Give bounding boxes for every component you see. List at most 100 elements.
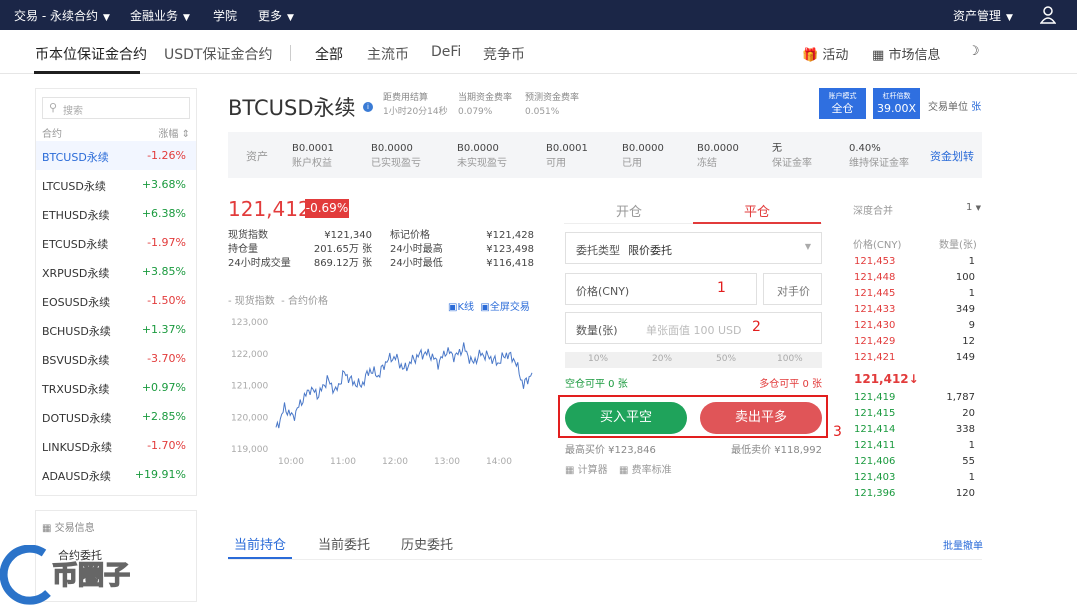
contract-list-item[interactable]: DOTUSD永续 +2.85%: [36, 402, 196, 431]
bid-row[interactable]: 121,414 338: [853, 424, 975, 440]
contract-list-item[interactable]: TRXUSD永续 +0.97%: [36, 373, 196, 402]
asset-item: B0.0000 已用: [622, 141, 664, 171]
transfer-link[interactable]: 资金划转: [930, 148, 974, 164]
pct-50[interactable]: 50%: [716, 354, 736, 364]
unit-value[interactable]: 张: [971, 102, 981, 113]
order-type-select[interactable]: 委托类型 限价委托 ▼: [565, 232, 822, 264]
contract-list-item[interactable]: ETHUSD永续 +6.38%: [36, 199, 196, 228]
calculator-link[interactable]: ▦ 计算器: [565, 461, 608, 476]
bid-price: 121,415: [854, 408, 896, 419]
sell-close-long-button[interactable]: 卖出平多: [700, 402, 822, 434]
quantity-input[interactable]: 数量(张) 单张面值 100 USD: [565, 312, 822, 344]
tab-coin-margined[interactable]: 币本位保证金合约: [35, 44, 147, 64]
tab-usdt-margined[interactable]: USDT保证金合约: [164, 44, 272, 64]
contract-subnav: 币本位保证金合约 USDT保证金合约 全部 主流币 DeFi 竞争币 🎁 活动 …: [0, 30, 1077, 74]
oi-value: 201.65万 张: [313, 244, 372, 255]
col-change-sort[interactable]: 涨幅 ⇕: [158, 125, 190, 140]
contract-list-item[interactable]: ETCUSD永续 -1.97%: [36, 228, 196, 257]
buy-close-short-button[interactable]: 买入平空: [565, 402, 687, 434]
bid-price: 121,403: [854, 472, 896, 483]
user-icon[interactable]: [1040, 6, 1056, 24]
nav-assets-menu[interactable]: 资产管理 ▼: [953, 7, 1013, 24]
leverage-button[interactable]: 杠杆倍数 39.00X: [873, 88, 920, 119]
legend-contract-label: 合约价格: [287, 296, 328, 307]
tab-close-position[interactable]: 平仓: [744, 201, 770, 220]
tab-history-orders[interactable]: 历史委托: [401, 534, 453, 553]
ask-row[interactable]: 121,445 1: [853, 288, 975, 304]
ask-row[interactable]: 121,453 1: [853, 256, 975, 272]
bid-row[interactable]: 121,419 1,787: [853, 392, 975, 408]
depth-merge-select[interactable]: 1 ▼: [966, 202, 981, 213]
fee-link[interactable]: ▦ 费率标准: [619, 461, 672, 476]
list-header: 合约 涨幅 ⇕: [42, 125, 190, 140]
contract-name: BCHUSD永续: [42, 325, 111, 338]
contract-name: BTCUSD永续: [42, 151, 109, 164]
contract-list-item[interactable]: LTCUSD永续 +3.68%: [36, 170, 196, 199]
ask-row[interactable]: 121,421 149: [853, 352, 975, 368]
order-type-label: 委托类型: [576, 244, 620, 257]
activity-link[interactable]: 🎁 活动: [802, 44, 848, 63]
market-info-link[interactable]: ▦ 市场信息: [872, 44, 940, 63]
ask-row[interactable]: 121,433 349: [853, 304, 975, 320]
chevron-down-icon: ▼: [975, 204, 981, 212]
ask-row[interactable]: 121,429 12: [853, 336, 975, 352]
contract-list-item[interactable]: XRPUSD永续 +3.85%: [36, 257, 196, 286]
counterparty-label: 对手价: [777, 285, 810, 298]
vol-value: 869.12万 张: [313, 258, 372, 269]
nav-more-label: 更多: [258, 9, 283, 23]
bid-row[interactable]: 121,396 120: [853, 488, 975, 504]
asset-label: 维持保证金率: [849, 158, 909, 169]
legend-spot[interactable]: - 现货指数: [228, 296, 275, 307]
ask-price: 121,429: [854, 336, 896, 347]
contract-list-item[interactable]: BCHUSD永续 +1.37%: [36, 315, 196, 344]
nav-finance-menu[interactable]: 金融业务 ▼: [130, 7, 190, 24]
bid-qty: 1: [968, 440, 975, 451]
nav-academy[interactable]: 学院: [213, 7, 237, 24]
pct-10[interactable]: 10%: [588, 354, 608, 364]
bid-row[interactable]: 121,411 1: [853, 440, 975, 456]
asset-label: 未实现盈亏: [457, 158, 507, 169]
contract-list-item[interactable]: LINKUSD永续 -1.70%: [36, 431, 196, 460]
legend-contract[interactable]: - 合约价格: [281, 296, 328, 307]
price-input-label: 价格(CNY): [576, 285, 630, 298]
tab-open-position[interactable]: 开仓: [616, 201, 642, 220]
bid-qty: 1: [968, 472, 975, 483]
tab-competing[interactable]: 竞争币: [483, 44, 525, 64]
x-tick-label: 11:00: [330, 457, 356, 467]
bid-row[interactable]: 121,415 20: [853, 408, 975, 424]
nav-more-menu[interactable]: 更多 ▼: [258, 7, 294, 24]
trade-info-header: ▦ 交易信息: [42, 519, 95, 534]
search-input[interactable]: ⚲ 搜索: [42, 97, 190, 119]
ask-row[interactable]: 121,448 100: [853, 272, 975, 288]
asset-item: B0.0001 可用: [546, 141, 588, 171]
moon-icon[interactable]: ☽: [968, 44, 980, 59]
price-line-chart[interactable]: 123,000 122,000 121,000 120,000 119,000 10:00…: [228, 312, 538, 472]
chevron-down-icon: ▼: [804, 242, 811, 251]
bid-row[interactable]: 121,406 55: [853, 456, 975, 472]
bid-qty: 1,787: [946, 392, 975, 403]
account-mode-button[interactable]: 账户模式 全仓: [819, 88, 866, 119]
tab-defi[interactable]: DeFi: [431, 44, 461, 60]
ask-row[interactable]: 121,430 9: [853, 320, 975, 336]
percent-slider[interactable]: 10% 20% 50% 100%: [565, 352, 822, 368]
pct-100[interactable]: 100%: [777, 354, 803, 364]
nav-trade-menu[interactable]: 交易 - 永续合约 ▼: [14, 7, 110, 24]
asset-label: 账户权益: [292, 158, 332, 169]
bid-row[interactable]: 121,403 1: [853, 472, 975, 488]
contract-list-item[interactable]: EOSUSD永续 -1.50%: [36, 286, 196, 315]
contract-name: XRPUSD永续: [42, 267, 110, 280]
contract-list-item[interactable]: ADAUSD永续 +19.91%: [36, 460, 196, 489]
tab-current-position[interactable]: 当前持仓: [234, 534, 286, 553]
info-icon[interactable]: i: [363, 102, 373, 112]
contract-list-item[interactable]: BSVUSD永续 -3.70%: [36, 344, 196, 373]
asset-value: B0.0000: [697, 143, 739, 154]
price-input[interactable]: 价格(CNY): [565, 273, 757, 305]
tab-mainstream[interactable]: 主流币: [367, 44, 409, 64]
contract-list-item[interactable]: BTCUSD永续 -1.26%: [36, 141, 196, 170]
pct-20[interactable]: 20%: [652, 354, 672, 364]
tab-current-orders[interactable]: 当前委托: [318, 534, 370, 553]
batch-cancel-button[interactable]: 批量撤单: [943, 537, 983, 552]
tab-all[interactable]: 全部: [315, 44, 343, 64]
counterparty-price-button[interactable]: 对手价: [763, 273, 822, 305]
pred-rate-value: 0.051%: [525, 107, 560, 117]
